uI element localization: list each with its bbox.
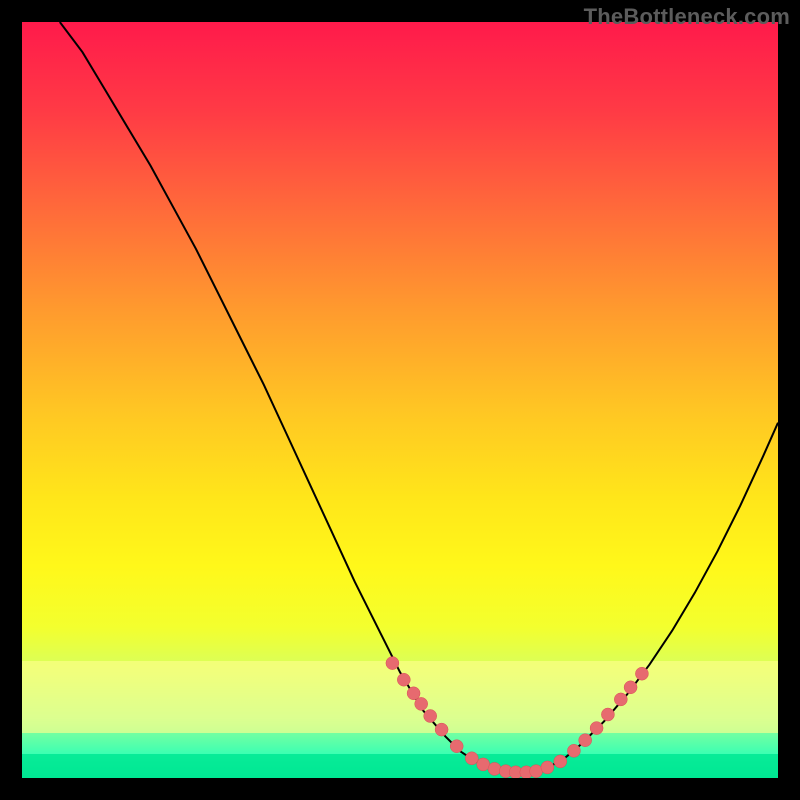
data-marker [424, 710, 437, 723]
data-marker [397, 673, 410, 686]
data-marker [386, 657, 399, 670]
data-marker [601, 708, 614, 721]
marker-group [386, 657, 649, 778]
data-marker [579, 734, 592, 747]
data-marker [554, 755, 567, 768]
data-marker [530, 765, 543, 778]
data-marker [541, 761, 554, 774]
data-marker [465, 752, 478, 765]
data-marker [624, 681, 637, 694]
plot-area [22, 22, 778, 778]
data-marker [407, 687, 420, 700]
bottleneck-curve [60, 22, 778, 773]
data-marker [488, 762, 501, 775]
chart-frame: TheBottleneck.com [0, 0, 800, 800]
plot-svg [22, 22, 778, 778]
data-marker [450, 740, 463, 753]
watermark-text: TheBottleneck.com [584, 4, 790, 30]
data-marker [567, 744, 580, 757]
data-marker [477, 758, 490, 771]
data-marker [614, 693, 627, 706]
data-marker [415, 697, 428, 710]
data-marker [435, 723, 448, 736]
data-marker [590, 722, 603, 735]
data-marker [635, 667, 648, 680]
